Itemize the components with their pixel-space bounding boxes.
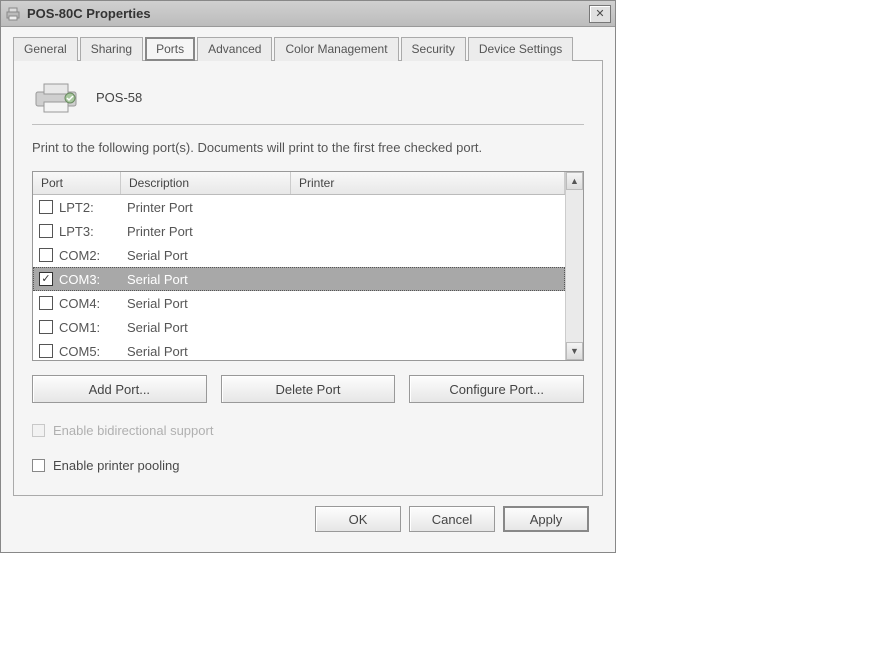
- port-description-cell: Serial Port: [127, 272, 297, 287]
- pooling-checkbox[interactable]: [32, 459, 45, 472]
- port-checkbox[interactable]: [39, 200, 53, 214]
- tab-ports[interactable]: Ports: [145, 37, 195, 61]
- column-header-description[interactable]: Description: [121, 172, 291, 194]
- bidirectional-checkbox: [32, 424, 45, 437]
- port-description-cell: Serial Port: [127, 344, 297, 359]
- dialog-footer: OK Cancel Apply: [13, 496, 603, 542]
- printer-icon: [32, 80, 80, 114]
- divider: [32, 124, 584, 125]
- ports-listbox: Port Description Printer LPT2:Printer Po…: [32, 171, 584, 361]
- port-description-cell: Printer Port: [127, 200, 297, 215]
- add-port-button[interactable]: Add Port...: [32, 375, 207, 403]
- list-rows: LPT2:Printer PortLPT3:Printer PortCOM2:S…: [33, 195, 565, 360]
- port-description-cell: Serial Port: [127, 296, 297, 311]
- list-header: Port Description Printer: [33, 172, 565, 195]
- port-row[interactable]: COM1:Serial Port: [33, 315, 565, 339]
- scroll-down-button[interactable]: ▼: [566, 342, 583, 360]
- port-checkbox[interactable]: [39, 224, 53, 238]
- port-name-cell: COM1:: [59, 320, 127, 335]
- ports-description: Print to the following port(s). Document…: [32, 139, 552, 157]
- printer-header: POS-58: [32, 80, 584, 114]
- scroll-track[interactable]: [566, 190, 583, 342]
- titlebar[interactable]: POS-80C Properties ✕: [1, 1, 615, 27]
- port-description-cell: Serial Port: [127, 248, 297, 263]
- ports-panel: POS-58 Print to the following port(s). D…: [13, 60, 603, 496]
- cancel-button[interactable]: Cancel: [409, 506, 495, 532]
- port-name-cell: COM3:: [59, 272, 127, 287]
- tab-device-settings[interactable]: Device Settings: [468, 37, 573, 61]
- port-buttons: Add Port... Delete Port Configure Port..…: [32, 375, 584, 403]
- port-row[interactable]: LPT2:Printer Port: [33, 195, 565, 219]
- port-checkbox[interactable]: ✓: [39, 272, 53, 286]
- content-area: General Sharing Ports Advanced Color Man…: [1, 27, 615, 552]
- port-row[interactable]: COM4:Serial Port: [33, 291, 565, 315]
- vertical-scrollbar[interactable]: ▲ ▼: [565, 172, 583, 360]
- port-description-cell: Printer Port: [127, 224, 297, 239]
- column-header-printer[interactable]: Printer: [291, 172, 565, 194]
- ok-button[interactable]: OK: [315, 506, 401, 532]
- port-row[interactable]: COM2:Serial Port: [33, 243, 565, 267]
- port-checkbox[interactable]: [39, 344, 53, 358]
- printer-title-icon: [5, 6, 21, 22]
- tab-security[interactable]: Security: [401, 37, 466, 61]
- scroll-up-button[interactable]: ▲: [566, 172, 583, 190]
- port-name-cell: COM5:: [59, 344, 127, 359]
- delete-port-button[interactable]: Delete Port: [221, 375, 396, 403]
- port-row[interactable]: COM5:Serial Port: [33, 339, 565, 360]
- bidirectional-checkbox-row: Enable bidirectional support: [32, 423, 584, 438]
- close-button[interactable]: ✕: [589, 5, 611, 23]
- tab-general[interactable]: General: [13, 37, 78, 61]
- port-name-cell: COM2:: [59, 248, 127, 263]
- window-title: POS-80C Properties: [27, 6, 589, 21]
- tab-sharing[interactable]: Sharing: [80, 37, 143, 61]
- tab-strip: General Sharing Ports Advanced Color Man…: [13, 36, 603, 61]
- port-row[interactable]: LPT3:Printer Port: [33, 219, 565, 243]
- port-row[interactable]: ✓ COM3:Serial Port: [33, 267, 565, 291]
- pooling-label: Enable printer pooling: [53, 458, 179, 473]
- port-checkbox[interactable]: [39, 296, 53, 310]
- ports-listview[interactable]: Port Description Printer LPT2:Printer Po…: [33, 172, 565, 360]
- port-name-cell: COM4:: [59, 296, 127, 311]
- printer-name-label: POS-58: [96, 90, 142, 105]
- tab-advanced[interactable]: Advanced: [197, 37, 272, 61]
- apply-button[interactable]: Apply: [503, 506, 589, 532]
- properties-window: POS-80C Properties ✕ General Sharing Por…: [0, 0, 616, 553]
- configure-port-button[interactable]: Configure Port...: [409, 375, 584, 403]
- column-header-port[interactable]: Port: [33, 172, 121, 194]
- port-checkbox[interactable]: [39, 248, 53, 262]
- port-name-cell: LPT3:: [59, 224, 127, 239]
- tab-color-management[interactable]: Color Management: [274, 37, 398, 61]
- pooling-checkbox-row[interactable]: Enable printer pooling: [32, 458, 584, 473]
- close-icon: ✕: [595, 7, 604, 20]
- port-name-cell: LPT2:: [59, 200, 127, 215]
- port-description-cell: Serial Port: [127, 320, 297, 335]
- port-checkbox[interactable]: [39, 320, 53, 334]
- bidirectional-label: Enable bidirectional support: [53, 423, 213, 438]
